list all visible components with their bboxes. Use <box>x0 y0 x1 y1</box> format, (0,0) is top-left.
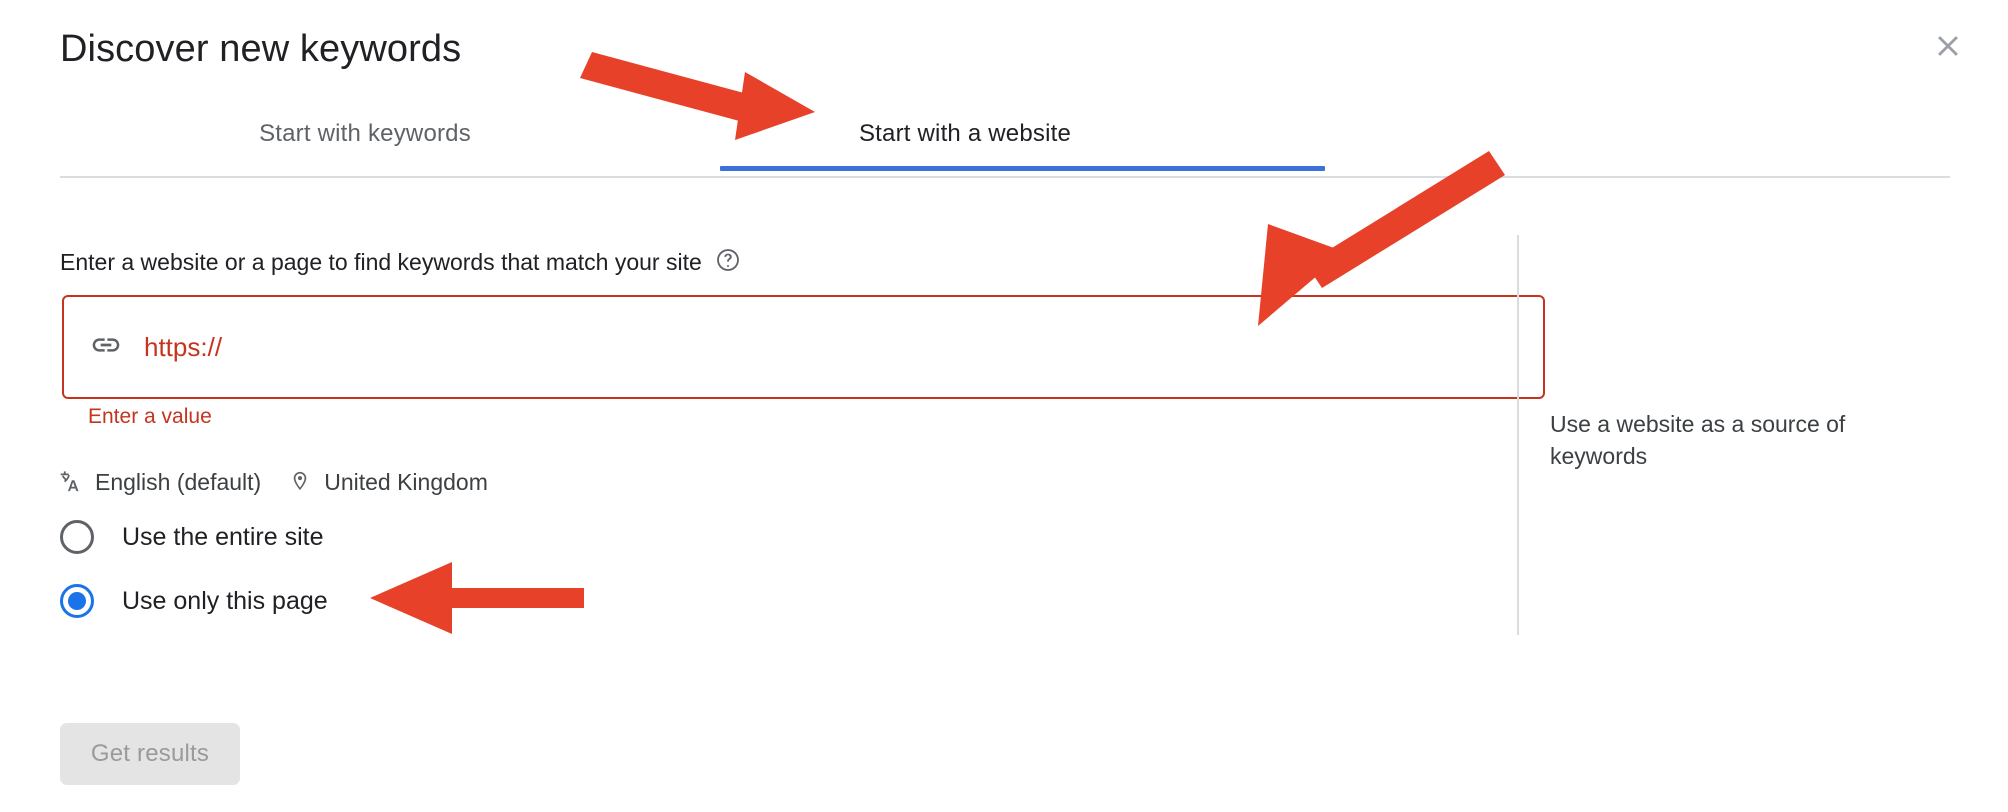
translate-icon <box>58 469 84 495</box>
url-input-wrapper[interactable] <box>62 295 1545 399</box>
radio-indicator <box>60 584 94 618</box>
url-input[interactable] <box>144 327 1517 367</box>
side-panel-description: Use a website as a source of keywords <box>1550 411 1846 469</box>
close-button[interactable] <box>1920 18 1976 74</box>
scope-radio-group: Use the entire site Use only this page <box>60 510 328 628</box>
help-circle-icon[interactable] <box>715 247 741 278</box>
page-title: Discover new keywords <box>60 28 462 70</box>
side-panel-divider <box>1517 235 1519 635</box>
location-label: United Kingdom <box>324 468 488 495</box>
tab-start-with-keywords[interactable]: Start with keywords <box>200 98 530 170</box>
arrow-to-use-only-this-page <box>370 562 584 634</box>
location-pin-icon <box>287 469 313 495</box>
tab-start-with-a-website[interactable]: Start with a website <box>660 98 1270 170</box>
radio-use-entire-site[interactable]: Use the entire site <box>60 510 328 564</box>
url-error-message: Enter a value <box>88 405 212 428</box>
language-selector[interactable]: English (default) <box>58 469 261 496</box>
close-icon <box>1931 29 1965 63</box>
location-selector[interactable]: United Kingdom <box>287 469 488 496</box>
radio-use-only-this-page[interactable]: Use only this page <box>60 574 328 628</box>
link-icon <box>90 329 122 366</box>
get-results-button[interactable]: Get results <box>60 723 240 785</box>
radio-label: Use only this page <box>122 586 328 615</box>
url-field-label-row: Enter a website or a page to find keywor… <box>60 247 741 278</box>
radio-indicator <box>60 520 94 554</box>
language-location-row: English (default) United Kingdom <box>58 465 488 499</box>
radio-label: Use the entire site <box>122 522 324 551</box>
discover-new-keywords-dialog: Discover new keywords Start with keyword… <box>0 0 2008 812</box>
tab-bar: Start with keywords Start with a website <box>60 98 1950 172</box>
tabs-divider <box>60 176 1950 178</box>
active-tab-indicator <box>720 166 1325 171</box>
url-field-label: Enter a website or a page to find keywor… <box>60 249 702 275</box>
tab-label: Start with a website <box>858 120 1072 147</box>
language-label: English (default) <box>95 468 262 495</box>
tab-label: Start with keywords <box>259 120 471 147</box>
